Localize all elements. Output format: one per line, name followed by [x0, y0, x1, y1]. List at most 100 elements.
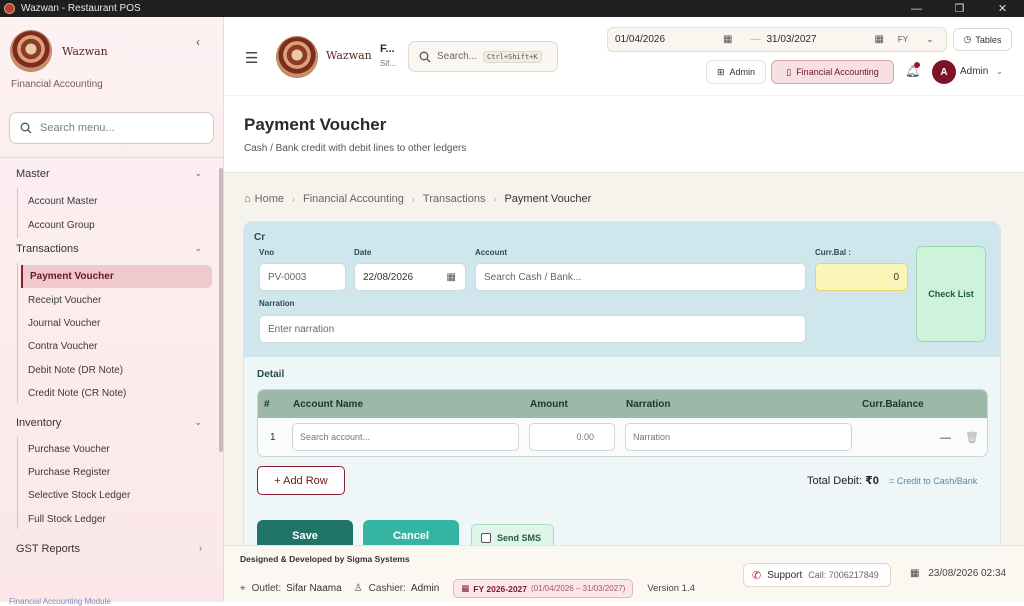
header-brand-name: Wazwan [326, 49, 372, 62]
check-list-button[interactable]: Check List [916, 246, 986, 342]
vno-field[interactable]: PV-0003 [259, 263, 346, 291]
calendar-icon[interactable]: ▦ [723, 34, 732, 45]
chevron-down-icon[interactable]: ⌄ [996, 67, 1003, 76]
admin-nav-button[interactable]: ⊞ Admin [706, 60, 766, 84]
sidebar-item-account-master[interactable]: Account Master [0, 190, 216, 213]
narration-input[interactable]: Enter narration [259, 315, 806, 343]
menu-icon[interactable]: ☰ [245, 49, 258, 67]
column-header-no: # [264, 398, 270, 410]
sidebar-item-full-stock-ledger[interactable]: Full Stock Ledger [0, 508, 216, 531]
menu-group-label: Transactions [16, 243, 79, 255]
cashier-value: Admin [410, 583, 440, 594]
row-number: 1 [270, 432, 276, 443]
phone-icon: ✆ [752, 569, 762, 582]
total-debit: Total Debit: ₹0 [807, 474, 879, 487]
current-balance-field: 0 [815, 263, 908, 291]
row-account-input[interactable]: Search account... [292, 423, 519, 451]
support-label: Support [767, 569, 803, 581]
maximize-button[interactable]: ❐ [938, 0, 981, 17]
sidebar-item-payment-voucher[interactable]: Payment Voucher [21, 265, 212, 289]
menu-group-gst-reports[interactable]: GST Reports › [0, 537, 216, 561]
menu-group-master[interactable]: Master ⌄ [0, 162, 216, 186]
outlet-label: Outlet: [251, 583, 282, 594]
tables-button[interactable]: ◷ Tables [953, 28, 1012, 51]
sidebar-search-input[interactable]: Search menu... [9, 112, 214, 144]
footer-datetime: ▦ 23/08/2026 02:34 [910, 568, 1006, 579]
breadcrumb-home[interactable]: Home [255, 193, 284, 205]
table-header: # Account Name Amount Narration Curr.Bal… [258, 390, 987, 418]
date-range-picker[interactable]: 01/04/2026 ▦ — 31/03/2027 ▦ FY ⌄ [607, 27, 947, 52]
global-search-placeholder: Search... [437, 51, 478, 62]
global-search-input[interactable]: Search... Ctrl+Shift+K [408, 41, 558, 72]
collapse-sidebar-icon[interactable]: ‹ [196, 35, 200, 49]
clock-icon: ◷ [963, 34, 972, 44]
user-icon: ♙ [353, 583, 363, 594]
sidebar-item-journal-voucher[interactable]: Journal Voucher [0, 312, 216, 335]
credit-section: Cr Vno PV-0003 Date 22/08/2026 ▦ Account… [244, 222, 1000, 357]
date-field[interactable]: 22/08/2026 ▦ [354, 263, 466, 291]
home-icon[interactable]: ⌂ [244, 193, 251, 205]
delete-icon[interactable]: 🗑︎ [965, 431, 979, 444]
sidebar-item-contra-voucher[interactable]: Contra Voucher [0, 335, 216, 358]
sidebar-item-account-group[interactable]: Account Group [0, 213, 216, 236]
menu-group-transactions[interactable]: Transactions ⌄ [0, 237, 216, 261]
account-search-input[interactable]: Search Cash / Bank... [475, 263, 806, 291]
total-debit-label: Total Debit: [807, 475, 863, 487]
sidebar-item-debit-note[interactable]: Debit Note (DR Note) [0, 359, 216, 382]
account-label: Account [475, 248, 507, 257]
add-row-button[interactable]: + Add Row [257, 466, 345, 495]
page-header: Payment Voucher Cash / Bank credit with … [224, 96, 1024, 173]
sidebar-menu: Master ⌄ Account Master Account Group Tra… [0, 162, 216, 561]
sidebar-item-receipt-voucher[interactable]: Receipt Voucher [0, 288, 216, 311]
date-from-field[interactable]: 01/04/2026 [615, 34, 723, 45]
chevron-right-icon: › [199, 542, 202, 553]
search-shortcut-badge: Ctrl+Shift+K [483, 50, 542, 63]
app-icon [4, 3, 15, 14]
calendar-icon[interactable]: ▦ [874, 34, 883, 45]
chevron-down-icon[interactable]: ⌄ [926, 34, 934, 45]
row-amount-input[interactable]: 0.00 [529, 423, 615, 451]
breadcrumb-transactions[interactable]: Transactions [423, 193, 486, 205]
fy-select[interactable]: FY [898, 35, 908, 44]
header-outlet-name: Sif... [380, 59, 397, 68]
date-to-field[interactable]: 31/03/2027 [766, 34, 874, 45]
column-header-narration: Narration [626, 398, 671, 410]
narration-label: Narration [259, 299, 295, 308]
version-label: Version 1.4 [647, 583, 695, 594]
designed-by: Designed & Developed by Sigma Systems [240, 554, 410, 564]
calendar-icon: ▦ [910, 568, 920, 579]
voucher-card: Cr Vno PV-0003 Date 22/08/2026 ▦ Account… [243, 221, 1001, 551]
datetime-value: 23/08/2026 02:34 [928, 568, 1007, 579]
sidebar-item-purchase-register[interactable]: Purchase Register [0, 461, 216, 484]
breadcrumb-financial-accounting[interactable]: Financial Accounting [303, 193, 404, 205]
column-header-curr-balance: Curr.Balance [862, 398, 924, 410]
sidebar-item-selective-stock-ledger[interactable]: Selective Stock Ledger [0, 484, 216, 507]
calendar-icon[interactable]: ▦ [447, 272, 456, 283]
support-button[interactable]: ✆ Support Call: 7006217849 [743, 563, 891, 587]
top-header: ☰ Wazwan F... Sif... Search... Ctrl+Shif… [224, 17, 1024, 96]
sidebar-item-credit-note[interactable]: Credit Note (CR Note) [0, 382, 216, 405]
chevron-right-icon: › [411, 194, 415, 204]
chevron-down-icon: ⌄ [194, 417, 202, 428]
minimize-button[interactable]: — [895, 0, 938, 17]
sidebar-item-purchase-voucher[interactable]: Purchase Voucher [0, 437, 216, 460]
outlet-value: Sifar Naama [286, 583, 342, 594]
sidebar-scrollbar[interactable] [219, 168, 223, 452]
menu-group-inventory[interactable]: Inventory ⌄ [0, 411, 216, 435]
financial-accounting-nav-button[interactable]: ▯ Financial Accounting [771, 60, 894, 84]
avatar[interactable]: A [932, 60, 956, 84]
cr-label: Cr [254, 232, 266, 243]
fy-badge-range: (01/04/2026 – 31/03/2027) [531, 584, 626, 593]
grid-icon: ⊞ [716, 66, 725, 77]
user-name[interactable]: Admin [960, 66, 988, 77]
date-label: Date [354, 248, 372, 257]
row-narration-input[interactable]: Narration [625, 423, 852, 451]
send-sms-checkbox[interactable] [481, 533, 491, 543]
page-title: Payment Voucher [244, 115, 387, 134]
chevron-right-icon: › [493, 194, 497, 204]
divider [0, 157, 224, 158]
close-button[interactable]: ✕ [981, 0, 1024, 17]
menu-group-label: Inventory [16, 417, 62, 430]
calendar-icon: ▦ [461, 583, 470, 593]
fy-badge-label: FY 2026-2027 [473, 583, 528, 594]
